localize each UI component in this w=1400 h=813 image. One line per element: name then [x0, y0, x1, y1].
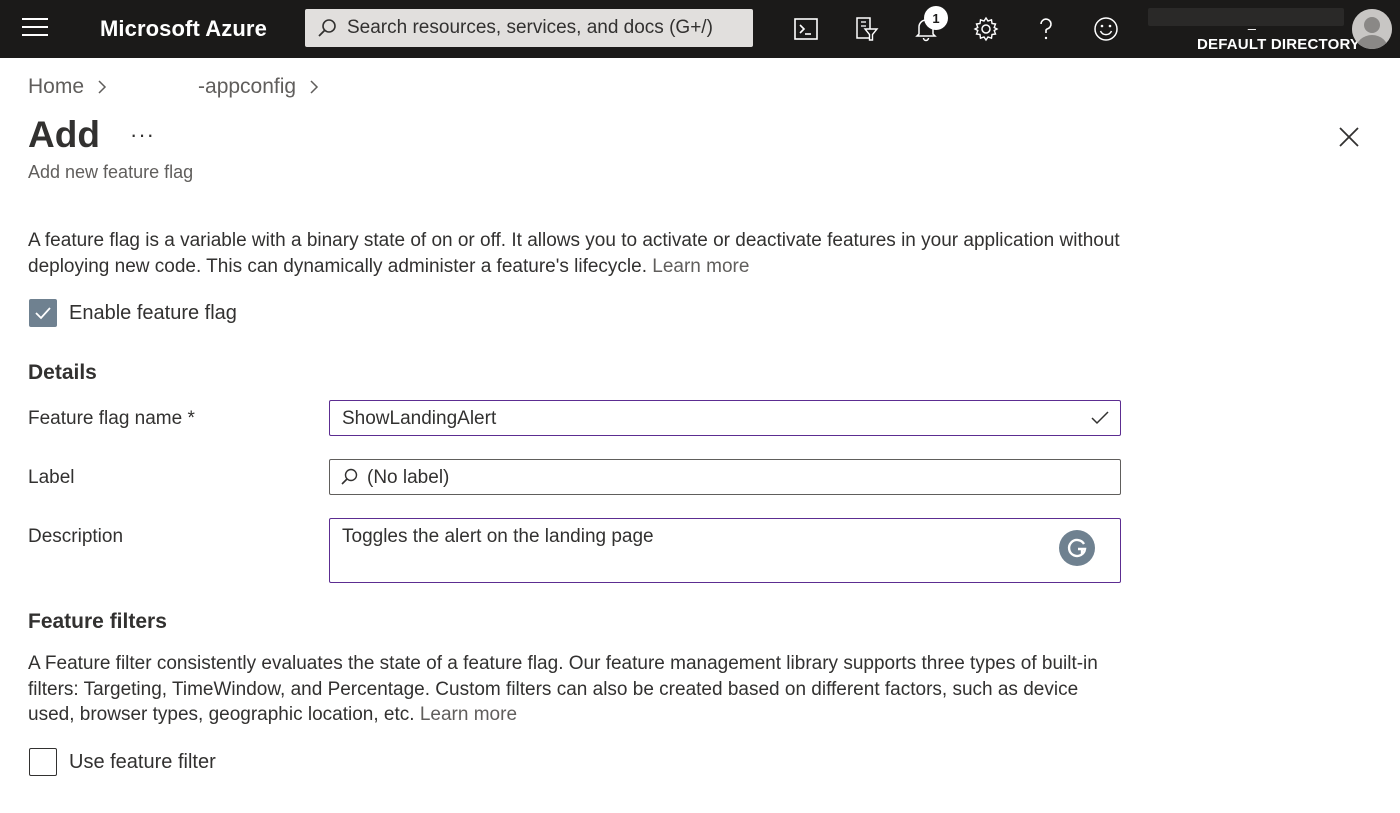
- description-textarea[interactable]: Toggles the alert on the landing page: [329, 518, 1121, 583]
- feature-filters-text: A Feature filter consistently evaluates …: [28, 651, 1128, 728]
- account-name: _: [1248, 14, 1256, 30]
- search-input[interactable]: [347, 9, 743, 47]
- search-icon: [318, 19, 336, 37]
- help-icon[interactable]: [1029, 12, 1063, 46]
- directory-name[interactable]: DEFAULT DIRECTORY: [1197, 36, 1360, 53]
- breadcrumb: Home -appconfig: [28, 74, 334, 100]
- feature-flag-name-value[interactable]: ShowLandingAlert: [342, 408, 496, 430]
- feedback-icon[interactable]: [1089, 12, 1123, 46]
- feature-flag-name-field[interactable]: ShowLandingAlert: [329, 400, 1121, 436]
- page-title: Add: [28, 114, 100, 155]
- menu-icon[interactable]: [22, 18, 48, 40]
- intro-text: A feature flag is a variable with a bina…: [28, 228, 1128, 280]
- valid-check-icon: [1091, 411, 1109, 425]
- brand-title[interactable]: Microsoft Azure: [100, 16, 267, 42]
- more-options-button[interactable]: ···: [130, 122, 155, 148]
- use-feature-filter-checkbox[interactable]: Use feature filter: [29, 748, 216, 776]
- checkbox-unchecked[interactable]: [29, 748, 57, 776]
- chevron-right-icon: [98, 80, 107, 94]
- use-feature-filter-label: Use feature filter: [69, 750, 216, 773]
- details-section-title: Details: [28, 361, 97, 384]
- cloud-shell-icon[interactable]: [789, 12, 823, 46]
- feature-filters-body: A Feature filter consistently evaluates …: [28, 653, 1098, 725]
- feature-flag-name-label: Feature flag name *: [28, 408, 195, 429]
- avatar[interactable]: [1352, 9, 1392, 49]
- enable-feature-flag-checkbox[interactable]: Enable feature flag: [29, 299, 237, 327]
- checkmark-icon: [35, 307, 51, 320]
- learn-more-link[interactable]: Learn more: [420, 704, 517, 725]
- notification-badge: 1: [924, 6, 948, 30]
- enable-feature-flag-label: Enable feature flag: [69, 301, 237, 324]
- checkbox-checked[interactable]: [29, 299, 57, 327]
- breadcrumb-resource[interactable]: -appconfig: [198, 75, 296, 99]
- feature-filters-section-title: Feature filters: [28, 610, 167, 633]
- page-subtitle: Add new feature flag: [28, 162, 194, 182]
- close-icon[interactable]: [1336, 124, 1362, 150]
- label-label: Label: [28, 467, 75, 488]
- intro-body: A feature flag is a variable with a bina…: [28, 230, 1120, 277]
- grammarly-icon[interactable]: [1059, 530, 1095, 566]
- search-icon: [341, 468, 358, 485]
- chevron-right-icon: [310, 80, 319, 94]
- breadcrumb-home[interactable]: Home: [28, 75, 84, 99]
- directory-filter-icon[interactable]: [849, 12, 883, 46]
- label-field[interactable]: (No label): [329, 459, 1121, 495]
- label-placeholder[interactable]: (No label): [367, 467, 449, 489]
- description-label: Description: [28, 526, 124, 547]
- top-bar: Microsoft Azure 1: [0, 0, 1400, 58]
- learn-more-link[interactable]: Learn more: [652, 256, 749, 277]
- global-search[interactable]: [305, 9, 753, 47]
- account-name-redacted: [1148, 8, 1344, 26]
- description-value[interactable]: Toggles the alert on the landing page: [342, 526, 654, 548]
- settings-icon[interactable]: [969, 12, 1003, 46]
